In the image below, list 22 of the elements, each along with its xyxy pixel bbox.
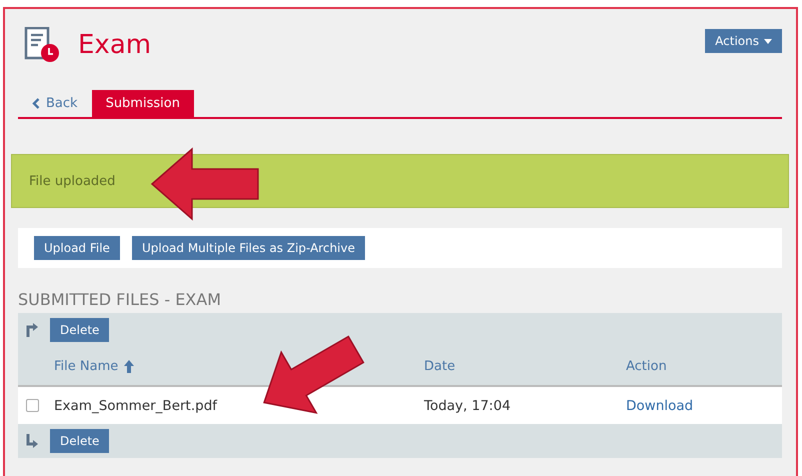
upload-button[interactable]: Upload File: [34, 236, 120, 260]
date-cell-text: Today, 17:04: [424, 398, 512, 414]
column-header[interactable]: File Name: [54, 358, 424, 374]
download-link[interactable]: Download: [626, 398, 782, 414]
upload-button[interactable]: Upload Multiple Files as Zip-Archive: [132, 236, 365, 260]
row-checkbox[interactable]: [26, 399, 39, 412]
back-link[interactable]: Back: [18, 90, 92, 117]
alert-message: File uploaded: [29, 174, 116, 188]
chevron-left-icon: [32, 98, 40, 109]
caret-icon: [764, 38, 772, 44]
corner-arrow-icon: [26, 434, 38, 448]
file-name-cell-text: Exam_Sommer_Bert.pdf: [54, 398, 218, 414]
section-heading: SUBMITTED FILES - EXAM: [18, 290, 222, 309]
actions-button[interactable]: Actions: [705, 29, 782, 53]
column-header[interactable]: Action: [626, 358, 782, 374]
delete-button[interactable]: Delete: [50, 429, 110, 453]
column-header[interactable]: Date: [424, 358, 626, 374]
corner-arrow-icon: [26, 323, 38, 337]
page-title: Exam: [78, 30, 152, 60]
tab[interactable]: Submission: [92, 90, 194, 117]
exam-document-clock-icon: [24, 27, 60, 63]
delete-button[interactable]: Delete: [50, 318, 110, 342]
